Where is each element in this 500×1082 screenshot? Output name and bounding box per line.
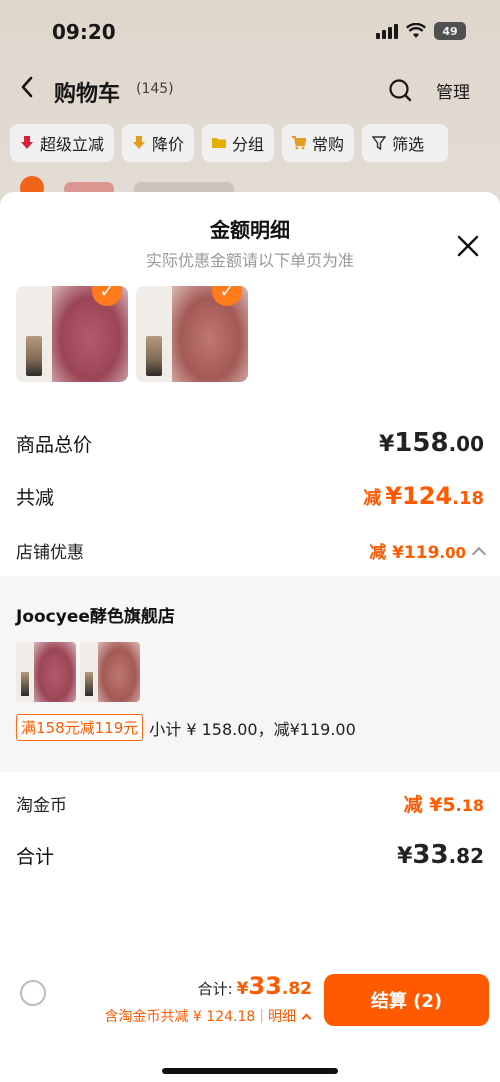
promo-tag: 满158元减119元 (16, 714, 144, 741)
product-thumbnail[interactable] (80, 642, 140, 702)
sum-row: 合计 ¥33.82 (16, 840, 484, 870)
goods-total-value: ¥158.00 (378, 428, 484, 458)
promo-row: 满158元减119元 小计 ¥ 158.00，减¥119.00 (16, 714, 356, 741)
goods-total-label: 商品总价 (16, 434, 93, 456)
bottom-discount-text: 含淘金币共减 ¥ 124.18 (104, 1009, 256, 1025)
detail-toggle[interactable]: 明细 (268, 1006, 296, 1026)
bottom-total-label: 合计: (197, 980, 233, 998)
shop-detail-box: Joocyee酵色旗舰店 满158元减119元 小计 ¥ 158.00，减¥11… (0, 576, 500, 772)
taojinbi-row: 淘金币 减 ¥5.18 (16, 790, 484, 817)
total-reduce-value: 减 ¥124.18 (363, 482, 484, 510)
home-indicator (162, 1068, 338, 1074)
product-thumbnails: ✓ ✓ (16, 286, 248, 382)
product-thumbnail[interactable] (16, 642, 76, 702)
taojinbi-label: 淘金币 (16, 796, 67, 816)
close-icon[interactable] (456, 234, 480, 258)
chevron-up-icon (471, 546, 487, 562)
shop-subtotal: 小计 ¥ 158.00，减¥119.00 (149, 719, 356, 739)
sheet-title: 金额明细 (210, 218, 290, 242)
sum-label: 合计 (16, 846, 55, 868)
goods-total-row: 商品总价 ¥158.00 (16, 428, 484, 458)
bottom-total: 合计: ¥33.82 (198, 972, 312, 1000)
checkout-button[interactable]: 结算 (2) (324, 974, 489, 1026)
product-thumbnail[interactable]: ✓ (136, 286, 248, 382)
total-reduce-label: 共减 (16, 487, 55, 509)
sheet-subtitle: 实际优惠金额请以下单页为准 (145, 251, 354, 270)
product-thumbnail[interactable]: ✓ (16, 286, 128, 382)
checkout-bar: 合计: ¥33.82 含淘金币共减 ¥ 124.18 | 明细 结算 (2) (0, 962, 500, 1082)
bottom-total-value: ¥33.82 (236, 972, 312, 1000)
bottom-discount-line[interactable]: 含淘金币共减 ¥ 124.18 | 明细 (104, 1006, 312, 1026)
select-all-radio[interactable] (20, 980, 46, 1006)
shop-discount-label: 店铺优惠 (16, 543, 84, 563)
shop-product-thumbnails (16, 642, 140, 702)
total-reduce-row: 共减 减 ¥124.18 (16, 482, 484, 510)
chevron-up-icon (301, 1013, 312, 1023)
shop-name: Joocyee酵色旗舰店 (16, 607, 175, 627)
amount-detail-sheet: 金额明细 实际优惠金额请以下单页为准 ✓ ✓ 商品总价 ¥158.00 共减 减… (0, 192, 500, 1082)
shop-discount-row[interactable]: 店铺优惠 减 ¥119.00 (16, 538, 487, 563)
taojinbi-value: 减 ¥5.18 (403, 794, 484, 816)
shop-discount-value: 减 ¥119.00 (369, 538, 487, 563)
sum-value: ¥33.82 (397, 840, 484, 870)
